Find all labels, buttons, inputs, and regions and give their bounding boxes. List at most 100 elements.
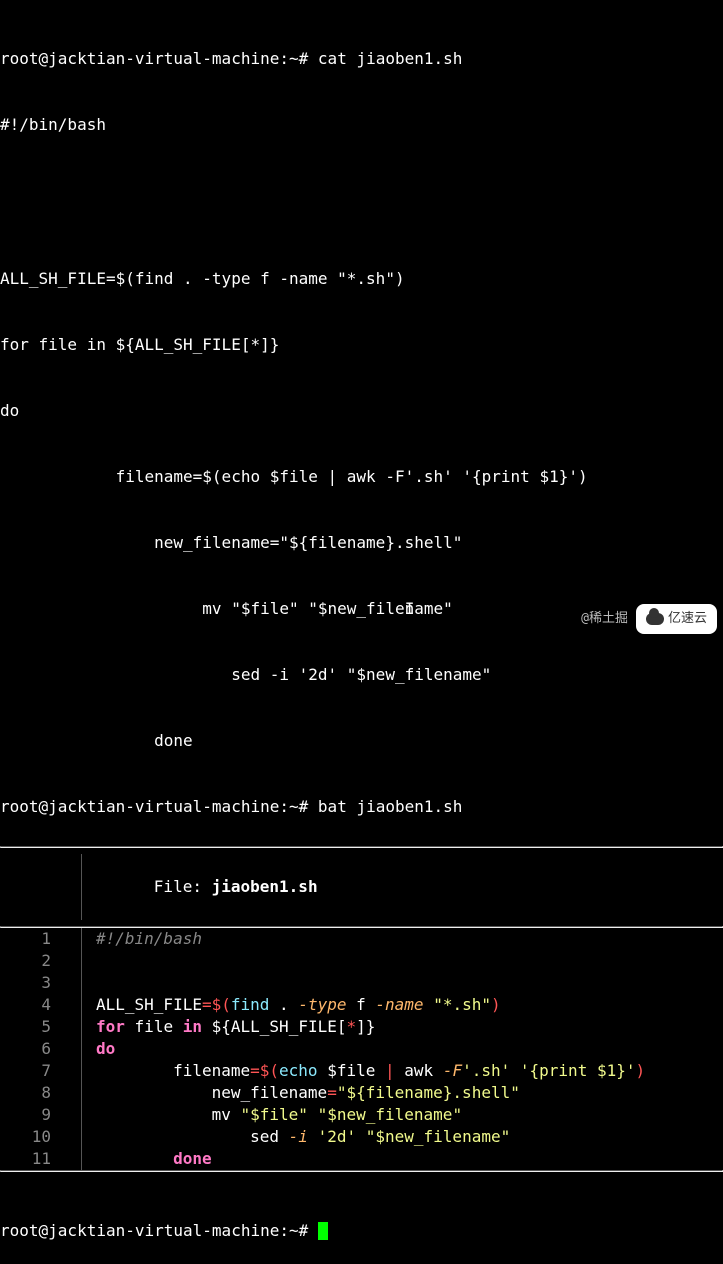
- command-text: bat jiaoben1.sh: [318, 797, 463, 816]
- tok-cmd: echo: [279, 1061, 318, 1080]
- bat-code-row: 5 for file in ${ALL_SH_FILE[*]}: [0, 1016, 723, 1038]
- tok-var: filename: [173, 1061, 250, 1080]
- tok-str: "$file": [241, 1105, 308, 1124]
- tok-sp: [202, 1017, 212, 1036]
- tok-str: "*.sh": [433, 995, 491, 1014]
- tok-kw: for: [96, 1017, 125, 1036]
- cat-line-1: #!/bin/bash: [0, 114, 723, 136]
- tok-sp: [173, 1017, 183, 1036]
- bat-code-row: 1 #!/bin/bash: [0, 928, 723, 950]
- line-number: 6: [0, 1038, 82, 1060]
- terminal-prompt-current[interactable]: root@jacktian-virtual-machine:~#: [0, 1172, 723, 1264]
- code-content: new_filename="${filename}.shell": [82, 1082, 520, 1104]
- prompt-line-1: root@jacktian-virtual-machine:~# cat jia…: [0, 48, 723, 70]
- tok-plain: ${ALL_SH_FILE[: [212, 1017, 347, 1036]
- tok-var: ALL_SH_FILE: [96, 995, 202, 1014]
- code-content: mv "$file" "$new_filename": [82, 1104, 462, 1126]
- bat-file-info: File: jiaoben1.sh: [82, 854, 318, 920]
- bat-filename: jiaoben1.sh: [212, 877, 318, 896]
- code-content: sed -i '2d' "$new_filename": [82, 1126, 510, 1148]
- prompt-symbol: #: [299, 49, 309, 68]
- watermark: @稀土掘 亿速云: [581, 604, 717, 634]
- prompt-line-2: root@jacktian-virtual-machine:~# bat jia…: [0, 796, 723, 818]
- code-content: do: [82, 1038, 115, 1060]
- line-number: 2: [0, 950, 82, 972]
- prompt-path: ~: [289, 49, 299, 68]
- tok-kw: done: [173, 1149, 212, 1168]
- tok-pad: [96, 1149, 173, 1168]
- line-number: 9: [0, 1104, 82, 1126]
- prompt-user: root@jacktian-virtual-machine: [0, 797, 279, 816]
- tok-pad: [96, 1127, 250, 1146]
- line-number: 1: [0, 928, 82, 950]
- tok-pad: [96, 1061, 173, 1080]
- tok-plain: .: [269, 995, 298, 1014]
- tok-op: |: [385, 1061, 395, 1080]
- tok-sp: [356, 1127, 366, 1146]
- line-number: 5: [0, 1016, 82, 1038]
- prompt-symbol: #: [299, 1221, 309, 1240]
- prompt-path: ~: [289, 797, 299, 816]
- line-number: 11: [0, 1148, 82, 1170]
- prompt-symbol: #: [299, 797, 309, 816]
- tok-var: new_filename: [212, 1083, 328, 1102]
- line-number: 10: [0, 1126, 82, 1148]
- cloud-icon: [646, 613, 664, 625]
- cat-line-6: new_filename="${filename}.shell": [0, 532, 723, 554]
- bat-code-row: 9 mv "$file" "$new_filename": [0, 1104, 723, 1126]
- tok-flag: -i: [289, 1127, 308, 1146]
- tok-str: '2d': [318, 1127, 357, 1146]
- tok-op: ): [491, 995, 501, 1014]
- cat-line-4: do: [0, 400, 723, 422]
- tok-op: *: [346, 1017, 356, 1036]
- cat-line-3: for file in ${ALL_SH_FILE[*]}: [0, 334, 723, 356]
- tok-flag: -type: [298, 995, 346, 1014]
- cat-line-8: sed -i '2d' "$new_filename": [0, 664, 723, 686]
- bat-code-row: 6 do: [0, 1038, 723, 1060]
- tok-plain: $file: [318, 1061, 385, 1080]
- bat-header: File: jiaoben1.sh: [0, 848, 723, 926]
- tok-plain: sed: [250, 1127, 289, 1146]
- tok-sp: [125, 1017, 135, 1036]
- bat-file-label: File:: [154, 877, 202, 896]
- code-content: #!/bin/bash: [82, 928, 202, 950]
- tok-op: =: [202, 995, 212, 1014]
- tok-plain: f: [346, 995, 375, 1014]
- tok-str: "$new_filename": [366, 1127, 511, 1146]
- cat-line-5: filename=$(echo $file | awk -F'.sh' '{pr…: [0, 466, 723, 488]
- tok-var: file: [135, 1017, 174, 1036]
- bat-code-row: 8 new_filename="${filename}.shell": [0, 1082, 723, 1104]
- tok-str: '.sh': [462, 1061, 510, 1080]
- line-number: 8: [0, 1082, 82, 1104]
- tok-plain: mv: [212, 1105, 241, 1124]
- watermark-text-2: 亿速云: [668, 608, 707, 630]
- tok-plain: ]}: [356, 1017, 375, 1036]
- code-content: [82, 972, 96, 994]
- prompt-user: root@jacktian-virtual-machine: [0, 1221, 279, 1240]
- bat-gutter-header: [0, 854, 82, 920]
- command-text: cat jiaoben1.sh: [318, 49, 463, 68]
- terminal-output[interactable]: root@jacktian-virtual-machine:~# cat jia…: [0, 0, 723, 840]
- watermark-badge: 亿速云: [636, 604, 717, 634]
- cat-text-7: mv "$file" "$new_filename": [0, 599, 453, 618]
- cat-line-2: ALL_SH_FILE=$(find . -type f -name "*.sh…: [0, 268, 723, 290]
- line-number: 7: [0, 1060, 82, 1082]
- shebang: #!/bin/bash: [96, 929, 202, 948]
- cursor-icon: [318, 1222, 328, 1240]
- tok-kw: do: [96, 1039, 115, 1058]
- blank-lines: [0, 180, 723, 224]
- tok-op: ): [635, 1061, 645, 1080]
- prompt-user: root@jacktian-virtual-machine: [0, 49, 279, 68]
- tok-sp: [424, 995, 434, 1014]
- bat-code-row: 10 sed -i '2d' "$new_filename": [0, 1126, 723, 1148]
- tok-str: "${filename}.shell": [337, 1083, 520, 1102]
- tok-flag: -F: [443, 1061, 462, 1080]
- tok-op: =: [250, 1061, 260, 1080]
- text-cursor-icon: I: [405, 599, 415, 618]
- code-content: [82, 950, 96, 972]
- bat-code-row: 3: [0, 972, 723, 994]
- code-content: done: [82, 1148, 212, 1170]
- tok-sp: [308, 1105, 318, 1124]
- code-content: ALL_SH_FILE=$(find . -type f -name "*.sh…: [82, 994, 501, 1016]
- tok-flag: -name: [375, 995, 423, 1014]
